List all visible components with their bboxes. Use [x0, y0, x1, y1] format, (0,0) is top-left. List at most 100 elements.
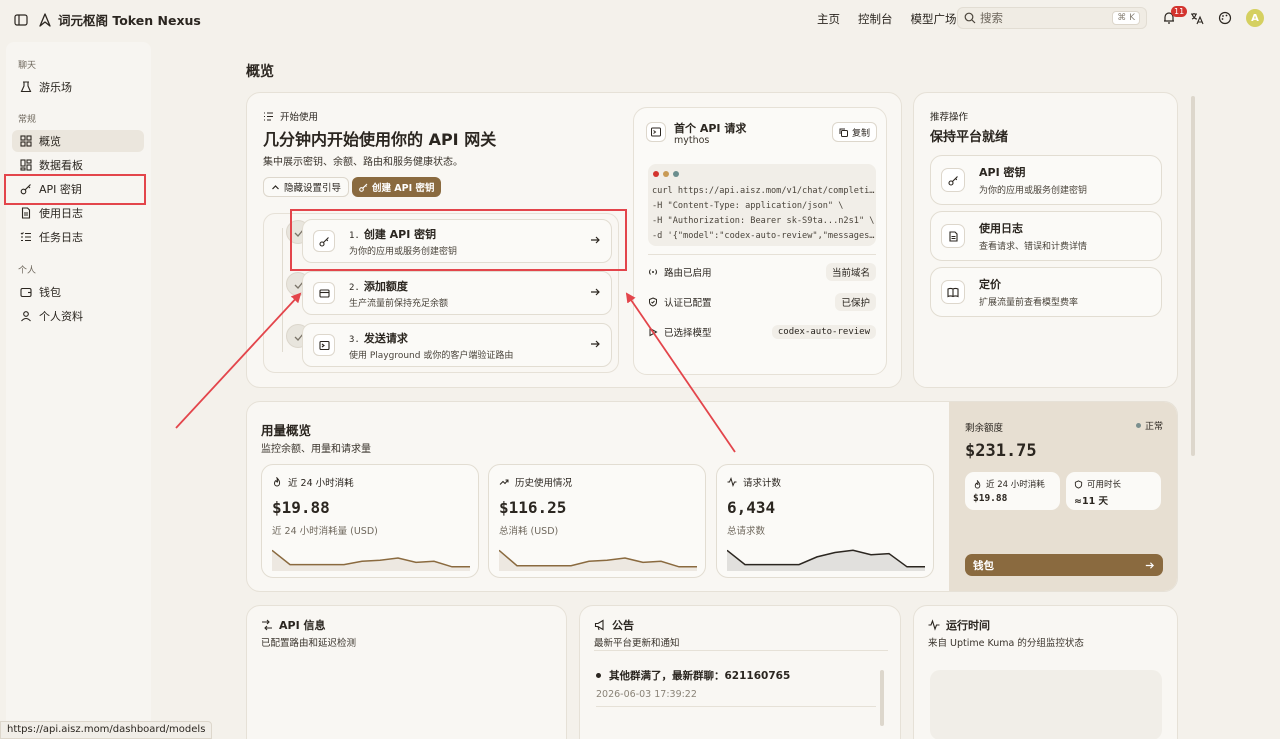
getting-started-title: 几分钟内开始使用你的 API 网关 [263, 130, 497, 149]
flask-icon [20, 81, 32, 93]
balance-label: 剩余额度 [965, 423, 1004, 434]
sidebar-item-label: 个人资料 [39, 310, 83, 323]
notification-bell-icon[interactable]: 11 [1162, 6, 1188, 25]
step-add-credit[interactable]: 2. 添加额度 生产流量前保持充足余额 [302, 271, 612, 315]
search-icon [964, 12, 976, 24]
stat-value: $19.88 [272, 498, 330, 517]
rec-api-keys[interactable]: API 密钥 为你的应用或服务创建密钥 [930, 155, 1162, 205]
nav-console[interactable]: 控制台 [858, 11, 893, 27]
stat-value: $116.25 [499, 498, 567, 517]
code-line: -H "Authorization: Bearer sk-S9ta...n2s1… [652, 216, 875, 226]
announcements-card: 公告 最新平台更新和通知 其他群满了，最新群聊：621160765 2026-0… [579, 605, 901, 739]
sidebar-section-chat: 聊天 [18, 61, 37, 71]
sidebar-item-label: API 密钥 [39, 183, 82, 196]
top-bar-left: 词元枢阁 Token Nexus [14, 10, 201, 29]
stat-label: 请求计数 [743, 478, 782, 489]
mini-24h-spend: 近 24 小时消耗 $19.88 [965, 472, 1060, 510]
window-dots [653, 171, 679, 177]
sidebar-item-overview[interactable]: 概览 [12, 130, 144, 152]
sidebar-item-task-logs[interactable]: 任务日志 [12, 226, 144, 248]
recommended-card: 推荐操作 保持平台就绪 API 密钥 为你的应用或服务创建密钥 使用日志 查看请求、… [913, 92, 1178, 388]
row-key: 路由已启用 [664, 268, 712, 279]
broadcast-icon [648, 267, 658, 277]
avatar[interactable]: A [1246, 9, 1264, 27]
step-desc: 为你的应用或服务创建密钥 [349, 246, 458, 257]
sparkline [727, 549, 925, 571]
rec-pricing[interactable]: 定价 扩展流量前查看模型费率 [930, 267, 1162, 317]
step-desc: 使用 Playground 或你的客户端验证路由 [349, 350, 514, 361]
sidebar-item-label: 任务日志 [39, 231, 83, 244]
sidebar-toggle-icon[interactable] [14, 13, 28, 27]
usage-subtitle: 监控余额、用量和请求量 [261, 444, 371, 455]
step-create-api-key[interactable]: 1. 创建 API 密钥 为你的应用或服务创建密钥 [302, 219, 612, 263]
translate-icon[interactable] [1190, 11, 1204, 25]
credit-card-icon [313, 282, 335, 304]
arrow-right-icon [589, 234, 601, 246]
api-info-card: API 信息 已配置路由和延迟检测 [246, 605, 567, 739]
brand[interactable]: 词元枢阁 Token Nexus [38, 10, 201, 29]
recommended-kicker: 推荐操作 [930, 112, 969, 123]
search-shortcut: ⌘ K [1112, 11, 1140, 25]
key-icon [359, 183, 368, 192]
sidebar-item-profile[interactable]: 个人资料 [12, 305, 144, 327]
code-line: -H "Content-Type: application/json" \ [652, 201, 844, 211]
sidebar-item-usage-logs[interactable]: 使用日志 [12, 202, 144, 224]
api-info-subtitle: 已配置路由和延迟检测 [261, 638, 357, 649]
book-icon [941, 280, 965, 304]
step-title: 添加额度 [363, 279, 408, 293]
search-input[interactable]: 搜索 ⌘ K [957, 7, 1147, 29]
announcement-item[interactable]: 其他群满了，最新群聊：621160765 2026-06-03 17:39:22 [596, 668, 876, 707]
rec-usage-logs[interactable]: 使用日志 查看请求、错误和计费详情 [930, 211, 1162, 261]
sidebar-item-dashboard[interactable]: 数据看板 [12, 154, 144, 176]
sidebar-section-personal: 个人 [18, 266, 37, 276]
step-title: 创建 API 密钥 [363, 227, 437, 241]
sidebar-item-label: 数据看板 [39, 159, 83, 172]
dot-yellow [663, 171, 669, 177]
routes-icon [261, 619, 273, 631]
logo-icon [38, 12, 52, 27]
key-icon [313, 230, 335, 252]
sidebar-item-label: 钱包 [39, 286, 61, 299]
dot-red [653, 171, 659, 177]
flame-icon [973, 479, 982, 489]
rec-title: 使用日志 [979, 222, 1023, 235]
mini-available-time: 可用时长 ≈11 天 [1066, 472, 1161, 510]
divider [648, 254, 876, 255]
uptime-subtitle: 来自 Uptime Kuma 的分组监控状态 [928, 638, 1084, 649]
dashboard-icon [20, 159, 32, 171]
sidebar-item-label: 使用日志 [39, 207, 83, 220]
sidebar-item-playground[interactable]: 游乐场 [12, 76, 144, 98]
stat-history: 历史使用情况 $116.25 总消耗 (USD) [488, 464, 706, 578]
first-request-model: mythos [674, 135, 710, 146]
sidebar-item-wallet[interactable]: 钱包 [12, 281, 144, 303]
getting-started-subtitle: 集中展示密钥、余额、路由和服务健康状态。 [263, 157, 463, 168]
brand-name: 词元枢阁 Token Nexus [58, 13, 201, 28]
mini-label: 近 24 小时消耗 [986, 480, 1045, 490]
copy-button[interactable]: 复制 [832, 122, 878, 142]
code-snippet[interactable]: curl https://api.aisz.mom/v1/chat/comple… [648, 164, 876, 246]
user-icon [20, 310, 32, 322]
wallet-button[interactable]: 钱包 [965, 554, 1163, 576]
step-title: 发送请求 [363, 331, 408, 345]
create-key-button[interactable]: 创建 API 密钥 [352, 177, 442, 197]
announcements-subtitle: 最新平台更新和通知 [594, 638, 680, 649]
page-scrollbar[interactable] [1191, 96, 1195, 456]
play-icon [648, 327, 658, 337]
announcement-text: 其他群满了，最新群聊：621160765 [609, 670, 791, 682]
sidebar-item-label: 游乐场 [39, 81, 72, 94]
nav-model-square[interactable]: 模型广场 [911, 11, 957, 27]
nav-home[interactable]: 主页 [817, 11, 840, 27]
step-send-request[interactable]: 3. 发送请求 使用 Playground 或你的客户端验证路由 [302, 323, 612, 367]
step-number: 2. [349, 282, 360, 293]
mini-value: $19.88 [973, 493, 1008, 504]
scrollbar[interactable] [880, 670, 884, 726]
sidebar-item-api-keys[interactable]: API 密钥 [12, 178, 144, 200]
status-url: https://api.aisz.mom/dashboard/models [0, 721, 213, 739]
pulse-icon [928, 619, 940, 631]
top-nav: 主页 控制台 模型广场 [817, 11, 975, 27]
hide-guide-button[interactable]: 隐藏设置引导 [263, 177, 350, 197]
trend-icon [499, 477, 509, 487]
palette-icon[interactable] [1218, 11, 1232, 25]
balance-status: 正常 [1135, 419, 1163, 432]
route-enabled-row: 路由已启用 当前域名 [648, 262, 876, 282]
